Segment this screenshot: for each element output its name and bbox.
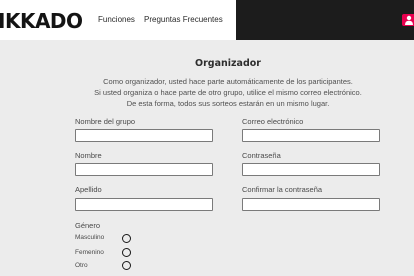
gender-option-label: Otro [75,262,88,269]
intro-line: Si usted organiza o hace parte de otro g… [94,88,362,97]
gender-radio-femenino[interactable] [122,248,131,257]
email-input[interactable] [242,129,380,142]
logo[interactable]: IKKADO [0,9,83,33]
confirm-password-label: Confirmar la contraseña [242,185,323,194]
password-input[interactable] [242,163,380,176]
first-name-input[interactable] [75,163,213,176]
gender-label: Género [75,221,101,230]
user-account-button[interactable] [402,14,414,26]
password-label: Contraseña [242,151,281,160]
intro-line: Como organizador, usted hace parte autom… [103,77,353,86]
nav-link-preguntas-frecuentes[interactable]: Preguntas Frecuentes [144,15,223,24]
group-name-label: Nombre del grupo [75,117,136,126]
intro-text: Como organizador, usted hace parte autom… [0,76,414,109]
intro-line: De esta forma, todos sus sorteos estarán… [126,99,330,108]
last-name-label: Apellido [75,185,102,194]
group-name-input[interactable] [75,129,213,142]
gender-radio-masculino[interactable] [122,234,131,243]
gender-option-label: Femenino [75,249,104,256]
first-name-label: Nombre [75,151,102,160]
top-navigation-bar: IKKADO Funciones Preguntas Frecuentes [0,0,414,40]
gender-radio-otro[interactable] [122,261,131,270]
nav-link-funciones[interactable]: Funciones [98,15,135,24]
email-label: Correo electrónico [242,117,304,126]
header-dark-panel [236,0,414,40]
gender-option-label: Masculino [75,234,105,241]
user-icon [405,15,413,25]
page-title: Organizador [195,58,261,69]
last-name-input[interactable] [75,198,213,211]
confirm-password-input[interactable] [242,198,380,211]
